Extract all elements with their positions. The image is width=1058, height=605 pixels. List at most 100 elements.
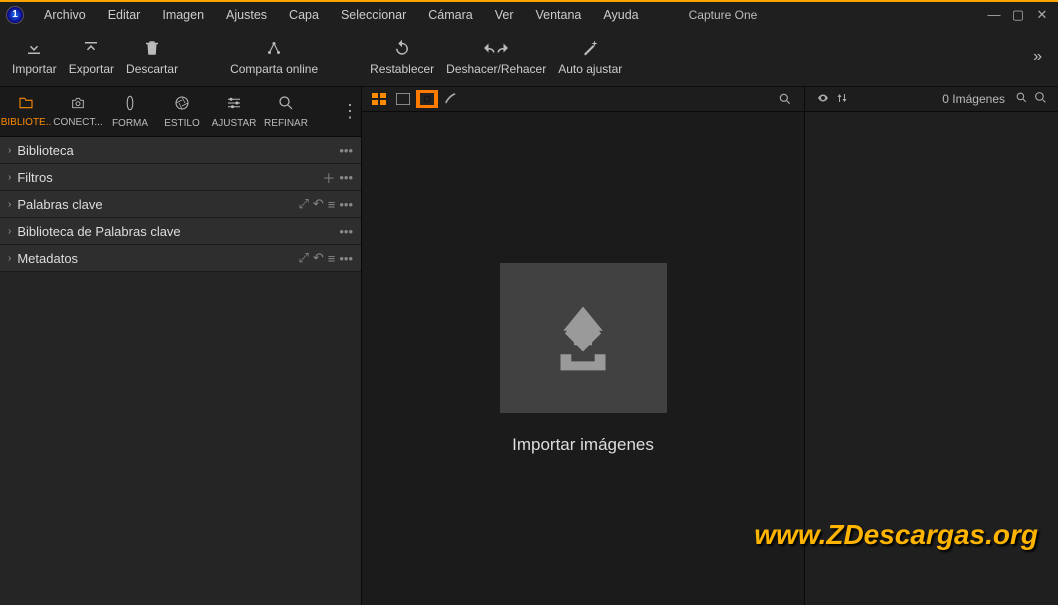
tab-estilo[interactable]: ESTILO: [156, 87, 208, 137]
view-single-icon[interactable]: [392, 90, 414, 108]
tool-tabs: BIBLIOTE.. CONECT... FORMA ESTILO AJUSTA…: [0, 87, 361, 137]
more-icon[interactable]: •••: [339, 143, 353, 158]
download-icon: [25, 37, 43, 59]
panel-biblioteca[interactable]: › Biblioteca •••: [0, 137, 361, 164]
menu-editar[interactable]: Editar: [98, 4, 151, 26]
minimize-button[interactable]: —: [986, 7, 1002, 23]
toolbar-label: Deshacer/Rehacer: [446, 62, 546, 76]
undo-redo-button[interactable]: Deshacer/Rehacer: [440, 35, 552, 78]
view-proof-icon[interactable]: [416, 90, 438, 108]
add-icon[interactable]: ＋: [322, 168, 335, 187]
undo-redo-icon: [480, 37, 512, 59]
undo-icon[interactable]: ↶: [313, 196, 324, 212]
export-button[interactable]: Exportar: [63, 35, 120, 78]
panel-filtros[interactable]: › Filtros ＋ •••: [0, 164, 361, 191]
share-icon: [264, 37, 284, 59]
discard-button[interactable]: Descartar: [120, 35, 184, 78]
main-toolbar: Importar Exportar Descartar Comparta onl…: [0, 27, 1058, 87]
left-sidebar: BIBLIOTE.. CONECT... FORMA ESTILO AJUSTA…: [0, 87, 362, 605]
eye-icon[interactable]: [816, 92, 830, 107]
magnify-icon: [277, 94, 295, 115]
import-cta-label: Importar imágenes: [512, 435, 654, 455]
tab-label: AJUSTAR: [212, 118, 257, 129]
view-brush-icon[interactable]: [440, 90, 462, 108]
search-icon[interactable]: [1034, 91, 1047, 107]
tab-label: ESTILO: [164, 118, 200, 129]
tab-label: FORMA: [112, 118, 148, 129]
tab-label: CONECT...: [53, 117, 102, 128]
import-button[interactable]: Importar: [6, 35, 63, 78]
undo-icon[interactable]: ↶: [313, 250, 324, 266]
toolbar-label: Auto ajustar: [558, 62, 622, 76]
more-icon[interactable]: •••: [339, 197, 353, 212]
tab-conectar[interactable]: CONECT...: [52, 87, 104, 137]
panel-metadatos[interactable]: › Metadatos ⤢ ↶ ≡ •••: [0, 245, 361, 272]
list-icon[interactable]: ≡: [328, 197, 336, 212]
viewer-drop-area[interactable]: Importar imágenes: [362, 112, 804, 605]
sliders-icon: [225, 94, 243, 115]
tab-biblioteca[interactable]: BIBLIOTE..: [0, 87, 52, 137]
watermark-text: www.ZDescargas.org: [754, 519, 1038, 551]
menu-ajustes[interactable]: Ajustes: [216, 4, 277, 26]
chevron-right-icon: ›: [8, 199, 11, 210]
toolbar-label: Exportar: [69, 62, 114, 76]
zoom-icon[interactable]: [774, 90, 796, 108]
expand-icon[interactable]: ⤢: [298, 250, 308, 266]
viewer-area: Importar imágenes: [362, 87, 805, 605]
share-online-button[interactable]: Comparta online: [224, 35, 324, 78]
chevron-right-icon: ›: [8, 253, 11, 264]
panel-title: Palabras clave: [17, 197, 102, 212]
more-icon[interactable]: •••: [339, 170, 353, 185]
maximize-button[interactable]: ▢: [1010, 7, 1026, 23]
chevron-right-icon: ›: [8, 226, 11, 237]
close-button[interactable]: ✕: [1034, 7, 1050, 23]
menu-ayuda[interactable]: Ayuda: [593, 4, 648, 26]
menu-camara[interactable]: Cámara: [418, 4, 482, 26]
image-count-label: 0 Imágenes: [942, 92, 1005, 106]
expand-icon[interactable]: ⤢: [298, 196, 308, 212]
panel-title: Filtros: [17, 170, 52, 185]
camera-icon: [68, 95, 88, 114]
toolbar-label: Restablecer: [370, 62, 434, 76]
view-grid-icon[interactable]: [368, 90, 390, 108]
tab-forma[interactable]: FORMA: [104, 87, 156, 137]
titlebar: 1 Archivo Editar Imagen Ajustes Capa Sel…: [0, 0, 1058, 27]
more-icon[interactable]: •••: [339, 251, 353, 266]
wand-icon: [581, 37, 599, 59]
chevron-right-icon: ›: [8, 172, 11, 183]
menu-imagen[interactable]: Imagen: [152, 4, 214, 26]
toolbar-overflow-icon[interactable]: »: [1023, 48, 1052, 66]
main-menu: Archivo Editar Imagen Ajustes Capa Selec…: [34, 4, 649, 26]
panel-title: Biblioteca: [17, 143, 73, 158]
autoadjust-button[interactable]: Auto ajustar: [552, 35, 628, 78]
window-controls: — ▢ ✕: [986, 7, 1058, 23]
toolbar-label: Comparta online: [230, 62, 318, 76]
list-icon[interactable]: ≡: [328, 251, 336, 266]
browser-toolbar: 0 Imágenes: [805, 87, 1058, 112]
menu-capa[interactable]: Capa: [279, 4, 329, 26]
upload-icon: [82, 37, 100, 59]
panel-list: › Biblioteca ••• › Filtros ＋ ••• › Palab…: [0, 137, 361, 272]
reset-button[interactable]: Restablecer: [364, 35, 440, 78]
tabs-overflow-icon[interactable]: ⋮: [339, 101, 361, 122]
tab-label: BIBLIOTE..: [1, 117, 52, 128]
panel-biblioteca-palabras[interactable]: › Biblioteca de Palabras clave •••: [0, 218, 361, 245]
menu-ver[interactable]: Ver: [485, 4, 524, 26]
reset-icon: [393, 37, 411, 59]
zoom-icon[interactable]: [1015, 91, 1028, 107]
tab-ajustar[interactable]: AJUSTAR: [208, 87, 260, 137]
menu-ventana[interactable]: Ventana: [526, 4, 592, 26]
import-drop-icon: [500, 263, 667, 413]
sort-icon[interactable]: [836, 92, 848, 107]
more-icon[interactable]: •••: [339, 224, 353, 239]
panel-palabras-clave[interactable]: › Palabras clave ⤢ ↶ ≡ •••: [0, 191, 361, 218]
viewer-toolbar: [362, 87, 804, 112]
menu-seleccionar[interactable]: Seleccionar: [331, 4, 416, 26]
tab-refinar[interactable]: REFINAR: [260, 87, 312, 137]
toolbar-label: Descartar: [126, 62, 178, 76]
menu-archivo[interactable]: Archivo: [34, 4, 96, 26]
folder-icon: [16, 95, 36, 114]
panel-title: Biblioteca de Palabras clave: [17, 224, 180, 239]
app-logo: 1: [6, 6, 24, 24]
panel-title: Metadatos: [17, 251, 78, 266]
